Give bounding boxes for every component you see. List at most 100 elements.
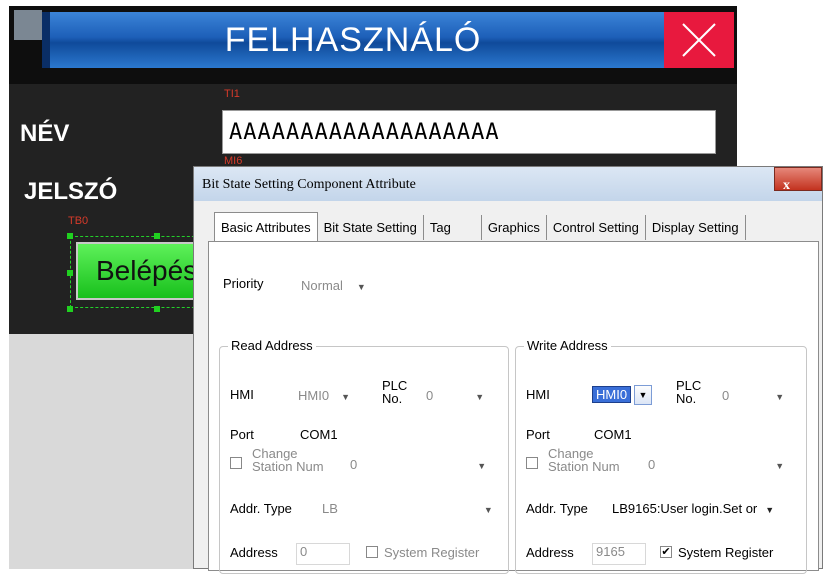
tab-bit-state-setting[interactable]: Bit State Setting [317,215,424,240]
selection-handle[interactable] [67,306,73,312]
tab-display-setting[interactable]: Display Setting [645,215,746,240]
tab-label: Bit State Setting [323,220,417,235]
chevron-down-icon: ▼ [477,461,487,471]
write-address-label: Address [526,545,574,560]
write-change-station-line2: Station Num [548,459,620,474]
selection-handle[interactable] [154,233,160,239]
write-address-field[interactable]: 9165 [592,543,646,565]
tab-label: Tag [429,220,451,235]
login-button-label: Belépés [96,255,198,286]
read-change-station-checkbox[interactable] [230,457,242,469]
name-label: NÉV [20,120,70,147]
read-address-title: Read Address [228,338,316,353]
write-addr-type-value: LB9165:User login.Set or [612,501,758,516]
write-change-station-checkbox[interactable] [526,457,538,469]
read-station-value: 0 [350,457,358,472]
title-bar-edge [42,12,50,68]
write-hmi-dropdown[interactable]: HMI0 [592,386,632,403]
tab-label: Display Setting [651,220,739,235]
tab-basic-attributes[interactable]: Basic Attributes [214,212,318,241]
read-plc-dropdown[interactable]: 0 ▼ [426,388,484,403]
write-address-title: Write Address [524,338,611,353]
chevron-down-icon: ▼ [775,461,785,471]
read-hmi-dropdown[interactable]: HMI0 ▼ [298,388,350,403]
read-addr-type-label: Addr. Type [230,501,292,516]
write-plc-dropdown[interactable]: 0 ▼ [722,388,784,403]
read-station-dropdown[interactable]: 0 ▼ [350,457,486,472]
read-change-station-line2: Station Num [252,459,324,474]
tab-graphics[interactable]: Graphics [481,215,547,240]
read-port-value: COM1 [300,427,338,442]
dialog-title: Bit State Setting Component Attribute [202,177,416,192]
dialog-close-button[interactable]: x [774,167,822,193]
hmi-title: FELHASZNÁLÓ [42,12,664,68]
attribute-dialog: Bit State Setting Component Attribute x … [193,166,823,574]
hmi-close-button[interactable] [664,12,734,68]
hmi-title-text: FELHASZNÁLÓ [224,20,482,59]
write-addr-type-label: Addr. Type [526,501,588,516]
read-plc-label-line2: No. [382,391,403,406]
chevron-down-icon: ▼ [765,505,775,515]
selection-handle[interactable] [154,306,160,312]
tab-strip: Basic Attributes Bit State Setting Tag G… [214,212,746,241]
selection-handle[interactable] [67,270,73,276]
chevron-down-icon: ▼ [483,505,493,515]
write-port-value: COM1 [594,427,632,442]
write-address-value: 9165 [596,544,625,559]
dialog-title-bar[interactable]: Bit State Setting Component Attribute x [194,167,822,201]
tab-label: Graphics [487,220,540,235]
read-system-register-label: System Register [384,545,480,560]
tab-tag[interactable]: Tag [423,215,482,240]
write-address-group: Write Address HMI HMI0 ▼ PLC No. 0 ▼ Port … [515,338,807,574]
write-system-register-checkbox[interactable]: ✔ [660,546,672,558]
read-hmi-value: HMI0 [298,388,330,403]
read-hmi-label: HMI [230,387,254,402]
chevron-down-icon: ▼ [475,392,485,402]
chevron-down-icon: ▼ [341,392,350,402]
close-icon [682,23,716,57]
tab-control-setting[interactable]: Control Setting [546,215,646,240]
write-hmi-label: HMI [526,387,550,402]
read-addr-type-value: LB [322,501,338,516]
write-plc-value: 0 [722,388,730,403]
write-station-value: 0 [648,457,656,472]
write-station-dropdown[interactable]: 0 ▼ [648,457,784,472]
read-plc-value: 0 [426,388,434,403]
tab-label: Basic Attributes [221,219,311,235]
priority-value: Normal [301,278,343,293]
checkmark-icon: ✔ [661,546,671,558]
chevron-down-icon: ▼ [775,392,785,402]
login-tag: TB0 [68,215,89,227]
password-label: JELSZÓ [24,178,118,205]
write-plc-label-line2: No. [676,391,697,406]
name-field-value: AAAAAAAAAAAAAAAAAAA [229,119,500,145]
read-system-register-checkbox[interactable] [366,546,378,558]
close-icon: x [783,178,790,193]
title-left-block [14,10,42,40]
name-field[interactable]: AAAAAAAAAAAAAAAAAAA [222,110,716,154]
write-hmi-dropdown-button[interactable]: ▼ [634,385,652,405]
name-field-tag: TI1 [224,88,240,100]
read-plc-label: PLC No. [382,379,407,405]
read-change-station-label: Change Station Num [252,447,324,473]
chevron-down-icon: ▼ [356,282,366,292]
read-addr-type-dropdown[interactable]: LB ▼ [322,501,493,516]
write-addr-type-dropdown[interactable]: LB9165:User login.Set or ▼ [612,501,774,516]
read-address-value: 0 [300,544,308,559]
write-change-station-label: Change Station Num [548,447,620,473]
write-system-register-label: System Register [678,545,774,560]
write-hmi-value: HMI0 [596,387,628,402]
login-button[interactable]: Belépés [76,242,200,300]
screenshot-canvas: FELHASZNÁLÓ TI1 NÉV AAAAAAAAAAAAAAAAAAA … [0,0,823,574]
read-address-group: Read Address HMI HMI0 ▼ PLC No. 0 ▼ Port CO… [219,338,509,574]
basic-attributes-panel: Priority Normal ▼ Read Address HMI HMI0 ▼ … [208,241,819,574]
write-plc-label: PLC No. [676,379,701,405]
read-address-label: Address [230,545,278,560]
chevron-down-icon: ▼ [638,390,648,400]
read-address-field[interactable]: 0 [296,543,350,565]
tab-label: Control Setting [552,220,639,235]
priority-dropdown[interactable]: Normal ▼ [301,278,366,293]
priority-label: Priority [223,276,264,291]
selection-handle[interactable] [67,233,73,239]
read-port-label: Port [230,427,254,442]
